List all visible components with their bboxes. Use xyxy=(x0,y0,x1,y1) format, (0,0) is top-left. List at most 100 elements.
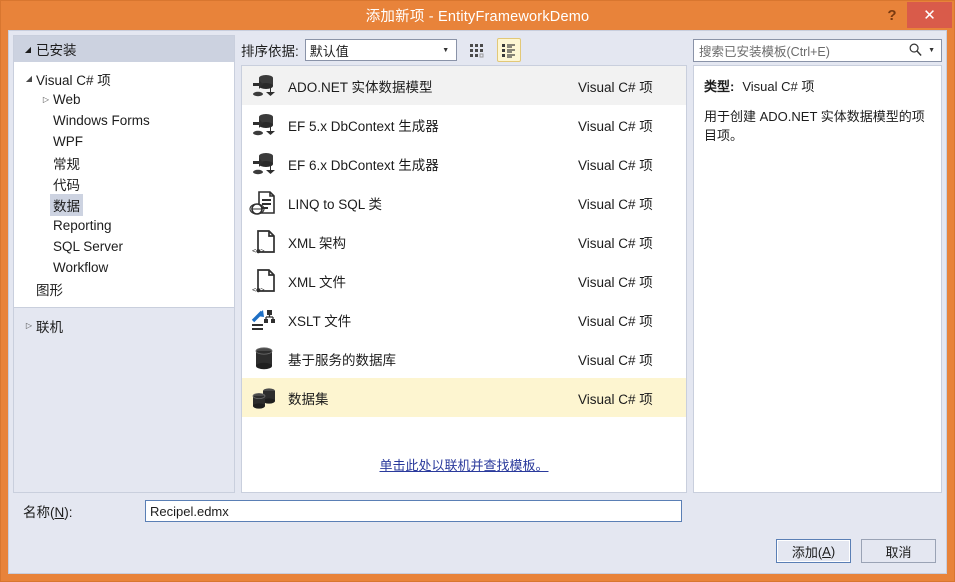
search-icon[interactable] xyxy=(908,42,923,62)
chevron-down-icon: ▼ xyxy=(442,46,450,54)
sidebar-item-label: Windows Forms xyxy=(53,113,150,128)
search-box[interactable]: 搜索已安装模板(Ctrl+E) ▼ xyxy=(693,38,942,62)
sidebar-item-graphics[interactable]: 图形 xyxy=(14,278,234,299)
list-item-kind: Visual C# 项 xyxy=(578,235,653,251)
xml-schema-icon: <●> xyxy=(248,226,280,258)
template-list[interactable]: ADO.NET 实体数据模型 Visual C# 项 EF 5.x DbCont… xyxy=(241,65,687,493)
list-item[interactable]: LINQ to SQL 类 Visual C# 项 xyxy=(242,183,686,222)
linq-to-sql-icon xyxy=(248,187,280,219)
collapse-triangle-icon[interactable]: ▷ xyxy=(22,321,36,330)
list-item[interactable]: ADO.NET 实体数据模型 Visual C# 项 xyxy=(242,66,686,105)
template-category-tree: ◢ Visual C# 项 ▷ Web Windows Forms WPF 常规 xyxy=(14,62,234,308)
close-button[interactable]: ✕ xyxy=(907,2,952,28)
list-item-name: XSLT 文件 xyxy=(288,313,352,329)
sidebar-item-code[interactable]: 代码 xyxy=(14,173,234,194)
help-button[interactable]: ? xyxy=(877,2,907,28)
details-list-view-icon[interactable] xyxy=(496,38,521,62)
sidebar-item-label: 数据 xyxy=(50,193,83,216)
sidebar-item-online[interactable]: ▷ 联机 xyxy=(14,315,234,336)
name-label: 名称(N): xyxy=(13,501,145,521)
small-icons-view-icon[interactable] xyxy=(465,38,489,62)
sidebar-item-wpf[interactable]: WPF xyxy=(14,131,234,152)
list-item-kind: Visual C# 项 xyxy=(578,157,653,173)
sidebar-item-label: WPF xyxy=(53,134,83,149)
add-button-prefix: 添加( xyxy=(791,544,823,560)
list-item-name: EF 6.x DbContext 生成器 xyxy=(288,157,439,173)
entity-data-model-icon xyxy=(248,148,280,180)
list-item-name: 基于服务的数据库 xyxy=(288,352,396,368)
add-button[interactable]: 添加(A) xyxy=(776,539,851,563)
add-button-accelerator: A xyxy=(822,543,831,559)
list-item-name: LINQ to SQL 类 xyxy=(288,196,383,212)
template-details-panel: 类型: Visual C# 项 用于创建 ADO.NET 实体数据模型的项目项。 xyxy=(693,65,942,493)
title-bar: 添加新项 - EntityFrameworkDemo ? ✕ xyxy=(1,1,954,30)
online-templates-link-area: 单击此处以联机并查找模板。 xyxy=(242,417,686,492)
list-item-name: XML 架构 xyxy=(288,235,347,251)
installed-templates-panel: ◢ 已安装 ◢ Visual C# 项 ▷ Web Windows Forms xyxy=(13,35,235,493)
list-item[interactable]: <●> XML 架构 Visual C# 项 xyxy=(242,222,686,261)
xslt-file-icon xyxy=(248,304,280,336)
sidebar-item-label: Web xyxy=(53,92,81,107)
name-input[interactable]: Recipel.edmx xyxy=(145,500,682,522)
window-controls: ? ✕ xyxy=(877,2,952,28)
chevron-down-icon[interactable]: ▼ xyxy=(928,47,935,54)
sidebar-item-label: 代码 xyxy=(53,177,80,193)
expand-triangle-icon[interactable]: ◢ xyxy=(22,74,36,83)
name-input-value: Recipel.edmx xyxy=(150,503,229,519)
database-icon xyxy=(248,343,280,375)
cancel-button[interactable]: 取消 xyxy=(861,539,936,563)
list-item[interactable]: 基于服务的数据库 Visual C# 项 xyxy=(242,339,686,378)
online-section: ▷ 联机 xyxy=(14,308,234,492)
dataset-icon xyxy=(248,382,280,414)
xml-file-icon: <●> xyxy=(248,265,280,297)
sidebar-item-windows-forms[interactable]: Windows Forms xyxy=(14,110,234,131)
list-item-name: 数据集 xyxy=(288,391,329,407)
list-item[interactable]: 数据集 Visual C# 项 xyxy=(242,378,686,417)
type-value: Visual C# 项 xyxy=(742,79,815,94)
list-item-kind: Visual C# 项 xyxy=(578,118,653,134)
sidebar-item-reporting[interactable]: Reporting xyxy=(14,215,234,236)
entity-data-model-icon xyxy=(248,70,280,102)
list-item-name: ADO.NET 实体数据模型 xyxy=(288,79,433,95)
find-templates-online-link[interactable]: 单击此处以联机并查找模板。 xyxy=(379,455,548,474)
sidebar-item-data[interactable]: 数据 xyxy=(14,193,234,216)
name-label-accelerator: N xyxy=(54,505,65,520)
list-item[interactable]: <●> XML 文件 Visual C# 项 xyxy=(242,261,686,300)
sidebar-item-visual-csharp[interactable]: ◢ Visual C# 项 xyxy=(14,68,234,89)
list-item[interactable]: XSLT 文件 Visual C# 项 xyxy=(242,300,686,339)
list-item-kind: Visual C# 项 xyxy=(578,79,653,95)
sidebar-item-label: 联机 xyxy=(36,319,63,335)
list-item-name: XML 文件 xyxy=(288,274,347,290)
list-item-name: EF 5.x DbContext 生成器 xyxy=(288,118,439,134)
sort-by-label: 排序依据: xyxy=(241,44,299,59)
sidebar-item-web[interactable]: ▷ Web xyxy=(14,89,234,110)
list-item[interactable]: EF 5.x DbContext 生成器 Visual C# 项 xyxy=(242,105,686,144)
sidebar-item-label: Reporting xyxy=(53,218,112,233)
add-new-item-dialog: 添加新项 - EntityFrameworkDemo ? ✕ ◢ 已安装 ◢ V… xyxy=(0,0,955,582)
list-item-kind: Visual C# 项 xyxy=(578,313,653,329)
search-row: 搜索已安装模板(Ctrl+E) ▼ xyxy=(693,35,942,65)
type-row: 类型: Visual C# 项 xyxy=(704,76,931,95)
add-button-suffix: ) xyxy=(830,543,836,559)
list-item[interactable]: EF 6.x DbContext 生成器 Visual C# 项 xyxy=(242,144,686,183)
search-input[interactable]: 搜索已安装模板(Ctrl+E) xyxy=(694,41,830,60)
installed-section-header[interactable]: ◢ 已安装 xyxy=(14,36,234,62)
sidebar-item-label: 常规 xyxy=(53,156,80,172)
sidebar-item-sql-server[interactable]: SQL Server xyxy=(14,236,234,257)
sidebar-item-general[interactable]: 常规 xyxy=(14,152,234,173)
sidebar-item-label: Visual C# 项 xyxy=(36,72,111,88)
right-column: 搜索已安装模板(Ctrl+E) ▼ 类型: Visual C# 项 用于创建 A… xyxy=(693,35,942,493)
svg-text:<●>: <●> xyxy=(252,286,265,294)
template-rows: ADO.NET 实体数据模型 Visual C# 项 EF 5.x DbCont… xyxy=(242,66,686,417)
sidebar-item-workflow[interactable]: Workflow xyxy=(14,257,234,278)
entity-data-model-icon xyxy=(248,109,280,141)
list-toolbar: 排序依据: 默认值 ▼ xyxy=(241,35,687,65)
dialog-body: ◢ 已安装 ◢ Visual C# 项 ▷ Web Windows Forms xyxy=(8,30,947,574)
sort-by-value: 默认值 xyxy=(309,43,349,59)
collapse-triangle-icon[interactable]: ▷ xyxy=(39,95,53,104)
name-label-suffix: ): xyxy=(64,505,73,520)
sort-by-dropdown[interactable]: 默认值 ▼ xyxy=(304,39,457,61)
list-item-kind: Visual C# 项 xyxy=(578,352,653,368)
name-label-prefix: 名称( xyxy=(23,505,55,520)
list-item-kind: Visual C# 项 xyxy=(578,196,653,212)
